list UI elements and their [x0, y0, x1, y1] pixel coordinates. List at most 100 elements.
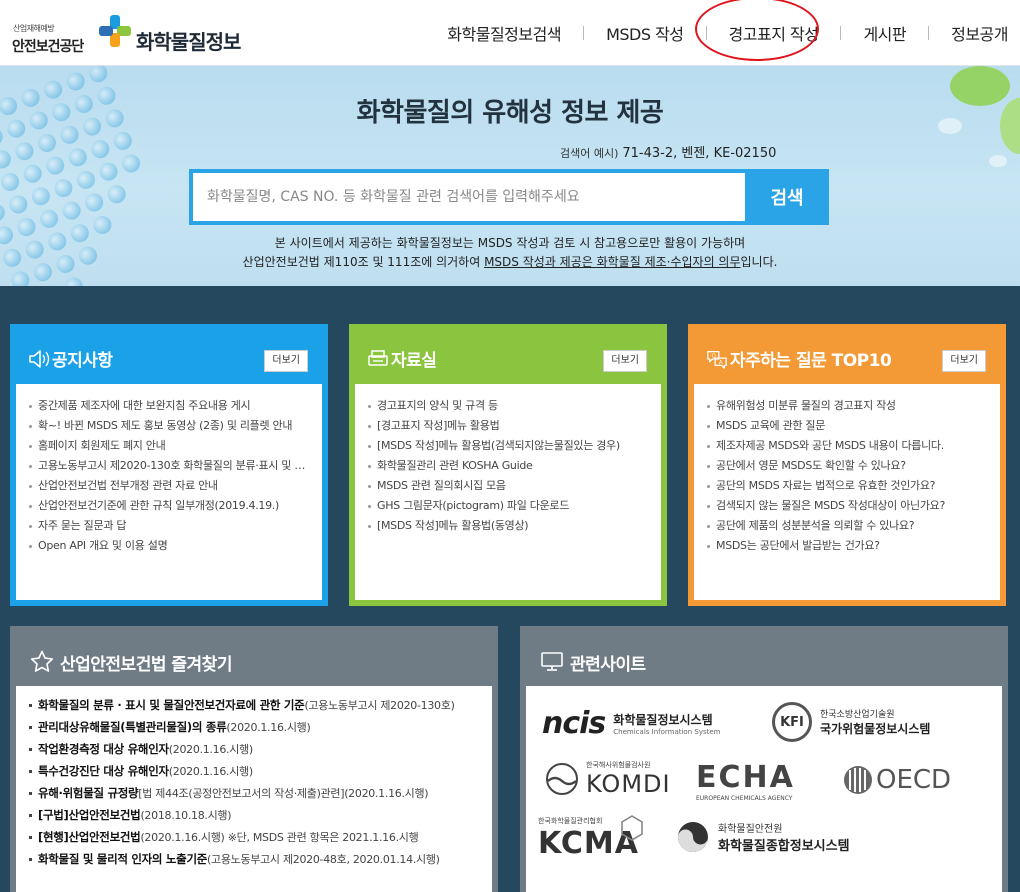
faq-item[interactable]: MSDS는 공단에서 발급받는 건가요? [706, 536, 988, 556]
law-item-detail: (고용노동부고시 제2020-48호, 2020.01.14.시행) [207, 853, 440, 866]
search-example-text[interactable]: 71-43-2, 벤젠, KE-02150 [622, 146, 776, 161]
data-room-card: 자료실 더보기 경고표지의 양식 및 규격 등 [경고표지 작성]메뉴 활용법 … [349, 324, 667, 606]
law-item[interactable]: 화학물질의 분류 · 표시 및 물질안전보건자료에 관한 기준(고용노동부고시 … [28, 694, 480, 716]
data-room-list-box: 경고표지의 양식 및 규격 등 [경고표지 작성]메뉴 활용법 [MSDS 작성… [355, 384, 661, 600]
law-item[interactable]: [구법]산업안전보건법(2018.10.18.시행) [28, 804, 480, 826]
nics-logo-text: 화학물질안전원 화학물질종합정보시스템 [718, 820, 850, 854]
law-favorites-header: 산업안전보건법 즐겨찾기 [16, 632, 492, 688]
hexagon-molecule-icon [621, 815, 643, 841]
notice-item[interactable]: 산업안전보건법 전부개정 관련 자료 안내 [28, 476, 310, 496]
svg-text:A: A [719, 360, 723, 366]
site-logo[interactable]: 산업재해예방 안전보건공단 화학물질정보 [10, 10, 260, 58]
notice-item[interactable]: 고용노동부고시 제2020-130호 화학물질의 분류·표시 및 물질안전보건자… [28, 456, 310, 476]
kfi-logo-mark: KFI [772, 702, 812, 742]
faq-item[interactable]: MSDS 교육에 관한 질문 [706, 416, 988, 436]
nav-chemical-search[interactable]: 화학물질정보검색 [425, 21, 583, 45]
oecd-site-link[interactable]: OECD [842, 764, 951, 796]
law-item[interactable]: 유해·위험물질 규정량[법 제44조(공정안전보고서의 작성·제출)관련](20… [28, 782, 480, 804]
nav-warning-label-write[interactable]: 경고표지 작성 [694, 0, 841, 61]
law-favorites-title: 산업안전보건법 즐겨찾기 [60, 655, 232, 675]
kfi-logo-text: 한국소방산업기술원 국가위험물정보시스템 [820, 707, 930, 737]
kfi-site-link[interactable]: KFI 한국소방산업기술원 국가위험물정보시스템 [772, 702, 930, 742]
data-room-more-button[interactable]: 더보기 [603, 350, 647, 372]
kfi-line2: 국가위험물정보시스템 [820, 722, 931, 736]
notice-item[interactable]: 확~! 바뀐 MSDS 제도 홍보 동영상 (2종) 및 리플렛 안내 [28, 416, 310, 436]
chat-bubbles-icon: Q A [707, 351, 727, 369]
disclaimer-line-1: 본 사이트에서 제공하는 화학물질정보는 MSDS 작성과 검토 시 참고용으로… [274, 236, 746, 250]
echa-site-link[interactable]: ECHA EUROPEAN CHEMICALS AGENCY [696, 760, 795, 802]
notice-card-header: 공지사항 더보기 [16, 330, 322, 390]
ncis-site-link[interactable]: ncis 화학물질정보시스템 Chemicals Information Sys… [542, 706, 720, 741]
notice-item[interactable]: Open API 개요 및 이용 설명 [28, 536, 310, 556]
data-room-list: 경고표지의 양식 및 규격 등 [경고표지 작성]메뉴 활용법 [MSDS 작성… [367, 396, 649, 536]
related-sites-panel: 관련사이트 ncis 화학물질정보시스템 Chemicals Informati… [520, 626, 1008, 892]
search-example-label: 검색어 예시) [560, 147, 619, 160]
faq-item[interactable]: 공단에서 영문 MSDS도 확인할 수 있나요? [706, 456, 988, 476]
notice-item[interactable]: 산업안전보건기준에 관한 규칙 일부개정(2019.4.19.) [28, 496, 310, 516]
org-subtitle: 산업재해예방 [13, 24, 55, 33]
data-room-item[interactable]: [MSDS 작성]메뉴 활용법(검색되지않는물질있는 경우) [367, 436, 649, 456]
data-room-item[interactable]: [경고표지 작성]메뉴 활용법 [367, 416, 649, 436]
law-item[interactable]: 화학물질 및 물리적 인자의 노출기준(고용노동부고시 제2020-48호, 2… [28, 848, 480, 870]
faq-item[interactable]: 공단에 제품의 성분분석을 의뢰할 수 있나요? [706, 516, 988, 536]
law-item-detail: (고용노동부고시 제2020-130호) [304, 699, 455, 712]
faq-item[interactable]: 검색되지 않는 물질은 MSDS 작성대상이 아닌가요? [706, 496, 988, 516]
law-item[interactable]: 작업환경측정 대상 유해인자(2020.1.16.시행) [28, 738, 480, 760]
law-item-title: 특수건강진단 대상 유해인자 [38, 764, 169, 778]
faq-list-box: 유해위험성 미분류 물질의 경고표지 작성 MSDS 교육에 관한 질문 제조자… [694, 384, 1000, 600]
data-room-item[interactable]: 화학물질관리 관련 KOSHA Guide [367, 456, 649, 476]
law-item-detail: [법 제44조(공정안전보고서의 작성·제출)관련](2020.1.16.시행) [138, 787, 429, 800]
hero-search-banner: 화학물질의 유해성 정보 제공 검색어 예시) 71-43-2, 벤젠, KE-0… [0, 66, 1020, 286]
oecd-word: OECD [876, 765, 952, 795]
faq-more-button[interactable]: 더보기 [942, 350, 986, 372]
data-room-item[interactable]: 경고표지의 양식 및 규격 등 [367, 396, 649, 416]
law-item-detail: (2020.1.16.시행) [168, 765, 253, 778]
related-sites-title: 관련사이트 [570, 655, 646, 675]
faq-card-header: Q A 자주하는 질문 TOP10 더보기 [694, 330, 1000, 390]
notice-item[interactable]: 중간제품 제조자에 대한 보완지침 주요내용 게시 [28, 396, 310, 416]
data-room-item[interactable]: MSDS 관련 질의회시집 모음 [367, 476, 649, 496]
search-example: 검색어 예시) 71-43-2, 벤젠, KE-02150 [560, 142, 776, 161]
taegeuk-emblem-icon [678, 822, 708, 852]
search-input[interactable] [193, 173, 745, 221]
disclaimer-underlined: MSDS 작성과 제공은 화학물질 제조·수입자의 의무 [484, 255, 741, 269]
ncis-subname: Chemicals Information System [613, 728, 721, 736]
disclaimer-line-2: 산업안전보건법 제110조 및 111조에 의거하여 MSDS 작성과 제공은 … [0, 253, 1020, 272]
notice-item[interactable]: 홈페이지 회원제도 폐지 안내 [28, 436, 310, 456]
nav-info-disclosure[interactable]: 정보공개 [929, 21, 1020, 45]
law-item-title: 화학물질 및 물리적 인자의 노출기준 [38, 852, 208, 866]
related-sites-header: 관련사이트 [526, 632, 1002, 688]
faq-item[interactable]: 유해위험성 미분류 물질의 경고표지 작성 [706, 396, 988, 416]
org-name: 안전보건공단 [12, 39, 84, 55]
site-header: 산업재해예방 안전보건공단 화학물질정보 화학물질정보검색 MSDS 작성 경고… [0, 0, 1020, 66]
notice-more-button[interactable]: 더보기 [264, 350, 308, 372]
kcma-small: 한국화학물질관리협회 [538, 817, 603, 825]
law-item-title: 관리대상유해물질(특별관리물질)의 종류 [38, 720, 227, 734]
law-item-title: 작업환경측정 대상 유해인자 [38, 742, 169, 756]
law-item[interactable]: [현행]산업안전보건법(2020.1.16.시행) ※단, MSDS 관련 항목… [28, 826, 480, 848]
data-room-card-header: 자료실 더보기 [355, 330, 661, 390]
law-item-detail: (2018.10.18.시행) [140, 809, 232, 822]
law-favorites-panel: 산업안전보건법 즐겨찾기 화학물질의 분류 · 표시 및 물질안전보건자료에 관… [10, 626, 498, 892]
law-item-title: [구법]산업안전보건법 [38, 808, 141, 822]
nav-board[interactable]: 게시판 [841, 21, 928, 45]
star-icon [30, 650, 54, 672]
law-favorites-list: 화학물질의 분류 · 표시 및 물질안전보건자료에 관한 기준(고용노동부고시 … [28, 694, 480, 870]
nav-msds-write[interactable]: MSDS 작성 [584, 21, 705, 45]
ncis-logo-text: 화학물질정보시스템 Chemicals Information System [613, 711, 720, 736]
faq-list: 유해위험성 미분류 물질의 경고표지 작성 MSDS 교육에 관한 질문 제조자… [706, 396, 988, 556]
law-item[interactable]: 특수건강진단 대상 유해인자(2020.1.16.시행) [28, 760, 480, 782]
ncis-name: 화학물질정보시스템 [613, 713, 713, 727]
data-room-item[interactable]: [MSDS 작성]메뉴 활용법(동영상) [367, 516, 649, 536]
ncis-logo-mark: ncis [542, 706, 606, 741]
notice-item[interactable]: 자주 묻는 질문과 답 [28, 516, 310, 536]
komdi-site-link[interactable]: 한국해사위험물검사원 KOMDI [542, 760, 671, 798]
nics-site-link[interactable]: 화학물질안전원 화학물질종합정보시스템 [676, 820, 850, 854]
notice-list-box: 중간제품 제조자에 대한 보완지침 주요내용 게시 확~! 바뀐 MSDS 제도… [16, 384, 322, 600]
search-button[interactable]: 검색 [745, 169, 829, 225]
disclaimer-suffix: 입니다. [740, 255, 778, 269]
faq-item[interactable]: 제조자제공 MSDS와 공단 MSDS 내용이 다릅니다. [706, 436, 988, 456]
faq-item[interactable]: 공단의 MSDS 자료는 법적으로 유효한 것인가요? [706, 476, 988, 496]
data-room-item[interactable]: GHS 그림문자(pictogram) 파일 다운로드 [367, 496, 649, 516]
law-item[interactable]: 관리대상유해물질(특별관리물질)의 종류(2020.1.16.시행) [28, 716, 480, 738]
